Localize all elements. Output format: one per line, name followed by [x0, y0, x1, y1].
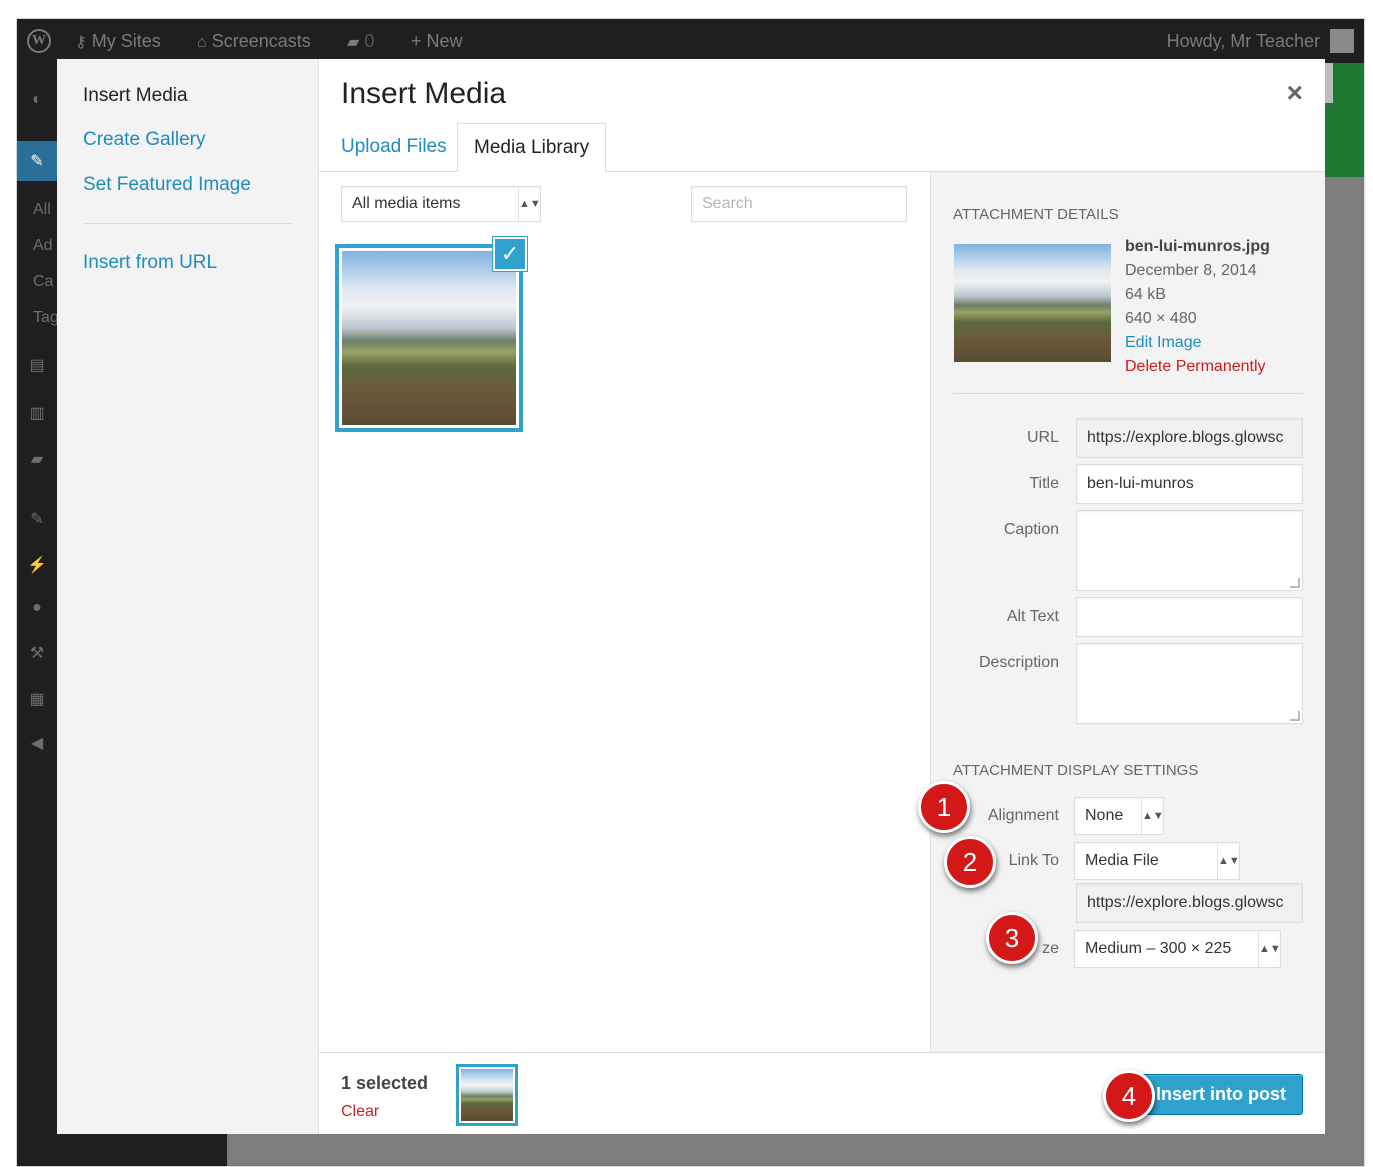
menu-insert-from-url[interactable]: Insert from URL	[83, 252, 217, 274]
media-menu: Insert Media Create Gallery Set Featured…	[57, 59, 319, 1134]
select-arrows-icon: ▲▼	[1217, 843, 1239, 879]
checkmark-icon[interactable]: ✓	[493, 237, 527, 271]
edit-image-link[interactable]: Edit Image	[1125, 334, 1201, 352]
selection-thumbnail[interactable]	[456, 1064, 518, 1126]
search-input[interactable]: Search	[691, 186, 907, 222]
appearance-icon[interactable]: ✎	[17, 509, 57, 529]
avatar[interactable]	[1330, 29, 1354, 53]
media-toolbar-footer: 1 selected Clear Insert into post	[319, 1052, 1325, 1134]
comment-icon: ▰	[347, 34, 360, 51]
select-arrows-icon: ▲▼	[1141, 798, 1163, 834]
attachment-thumbnail[interactable]	[335, 244, 523, 432]
settings-icon[interactable]: ▦	[17, 689, 57, 709]
key-icon: ⚷	[75, 34, 87, 51]
size-value: Medium – 300 × 225	[1085, 940, 1232, 957]
url-field[interactable]: https://explore.blogs.glowsc	[1076, 418, 1303, 458]
resize-grip-icon[interactable]	[1290, 578, 1300, 588]
annotation-badge-2: 2	[944, 836, 996, 888]
caption-label: Caption	[1003, 521, 1059, 538]
caption-field[interactable]	[1076, 510, 1303, 591]
url-label: URL	[1026, 429, 1059, 446]
attachment-date: December 8, 2014	[1125, 262, 1257, 279]
screen-options-tab	[1325, 63, 1333, 103]
comments-link[interactable]: ▰ 0	[347, 19, 374, 63]
admin-bar: W ⚷ My Sites ⌂ Screencasts ▰ 0 + New How…	[17, 19, 1364, 63]
alt-text-field[interactable]	[1076, 597, 1303, 637]
plugins-icon[interactable]: ⚡	[17, 555, 57, 575]
alignment-select[interactable]: None ▲▼	[1074, 797, 1164, 835]
tools-icon[interactable]: ⚒	[17, 643, 57, 663]
site-name-label: Screencasts	[211, 31, 311, 51]
admin-menu: ◐ ✎ All Ad Ca Tag ▤ ▥ ▰ ✎ ⚡ ● ⚒ ▦ ◀	[17, 63, 59, 1166]
attachment-details-heading: Attachment Details	[953, 206, 1119, 223]
link-url-field[interactable]: https://explore.blogs.glowsc	[1076, 883, 1303, 923]
delete-permanently-link[interactable]: Delete Permanently	[1125, 358, 1266, 376]
comments-icon[interactable]: ▰	[17, 449, 57, 469]
users-icon[interactable]: ●	[17, 599, 57, 617]
close-icon[interactable]: ×	[1287, 77, 1303, 109]
sidebar-separator	[953, 393, 1303, 394]
link-to-value: Media File	[1085, 852, 1159, 869]
collapse-icon[interactable]: ◀	[17, 733, 57, 753]
title-label: Title	[1029, 475, 1059, 492]
media-filter-value: All media items	[352, 195, 461, 212]
submenu-all[interactable]: All	[33, 201, 51, 219]
mountain-image	[461, 1069, 513, 1121]
tab-upload-files[interactable]: Upload Files	[325, 123, 463, 172]
site-name-link[interactable]: ⌂ Screencasts	[197, 19, 311, 63]
modal-title: Insert Media	[341, 77, 507, 110]
menu-create-gallery[interactable]: Create Gallery	[83, 129, 206, 151]
attachment-filename: ben-lui-munros.jpg	[1125, 238, 1270, 255]
comments-count: 0	[364, 31, 375, 51]
my-sites-label: My Sites	[91, 31, 161, 51]
pages-icon[interactable]: ▥	[17, 403, 57, 423]
submenu-categories[interactable]: Ca	[33, 273, 53, 291]
attachment-preview-image	[954, 244, 1111, 362]
display-settings-heading: Attachment Display Settings	[953, 762, 1199, 779]
menu-separator	[83, 223, 293, 224]
description-label: Description	[978, 654, 1059, 671]
howdy-account-link[interactable]: Howdy, Mr Teacher	[1167, 19, 1320, 63]
howdy-label: Howdy, Mr Teacher	[1166, 31, 1320, 51]
mountain-image	[342, 251, 516, 425]
my-sites-link[interactable]: ⚷ My Sites	[75, 19, 161, 63]
select-arrows-icon: ▲▼	[518, 187, 540, 221]
menu-insert-media[interactable]: Insert Media	[83, 85, 188, 107]
title-field[interactable]: ben-lui-munros	[1076, 464, 1303, 504]
menu-set-featured-image[interactable]: Set Featured Image	[83, 174, 251, 196]
tab-media-library[interactable]: Media Library	[457, 123, 607, 173]
submenu-add[interactable]: Ad	[33, 237, 53, 255]
annotation-badge-1: 1	[918, 781, 970, 833]
size-select[interactable]: Medium – 300 × 225 ▲▼	[1074, 930, 1281, 968]
selection-count: 1 selected	[341, 1073, 429, 1093]
wordpress-logo-icon[interactable]: W	[27, 29, 51, 53]
pin-icon: ✎	[30, 153, 44, 170]
plus-icon: +	[411, 31, 422, 51]
admin-footer-dark	[17, 1134, 227, 1166]
submenu-tags[interactable]: Tag	[33, 309, 59, 327]
attachment-dimensions: 640 × 480	[1125, 310, 1197, 327]
alignment-value: None	[1085, 807, 1124, 824]
home-icon: ⌂	[197, 34, 207, 51]
link-to-select[interactable]: Media File ▲▼	[1074, 842, 1240, 880]
resize-grip-icon[interactable]	[1290, 711, 1300, 721]
router-tabs: Upload Files Media Library	[319, 123, 1325, 173]
media-icon[interactable]: ▤	[17, 355, 57, 375]
insert-media-modal: Insert Media Create Gallery Set Featured…	[57, 59, 1325, 1134]
insert-into-post-button[interactable]: Insert into post	[1139, 1074, 1303, 1115]
new-content-link[interactable]: + New	[411, 19, 463, 63]
new-label: New	[426, 31, 463, 51]
media-filter-select[interactable]: All media items ▲▼	[341, 186, 541, 222]
annotation-badge-4: 4	[1103, 1070, 1155, 1122]
annotation-badge-3: 3	[986, 912, 1038, 964]
dashboard-icon[interactable]: ◐	[17, 91, 57, 109]
description-field[interactable]	[1076, 643, 1303, 724]
attachment-filesize: 64 kB	[1125, 286, 1166, 303]
alt-text-label: Alt Text	[1006, 608, 1059, 625]
select-arrows-icon: ▲▼	[1258, 931, 1280, 967]
attachment-sidebar: Attachment Details ben-lui-munros.jpg De…	[930, 172, 1325, 1052]
clear-selection-link[interactable]: Clear	[341, 1103, 379, 1121]
